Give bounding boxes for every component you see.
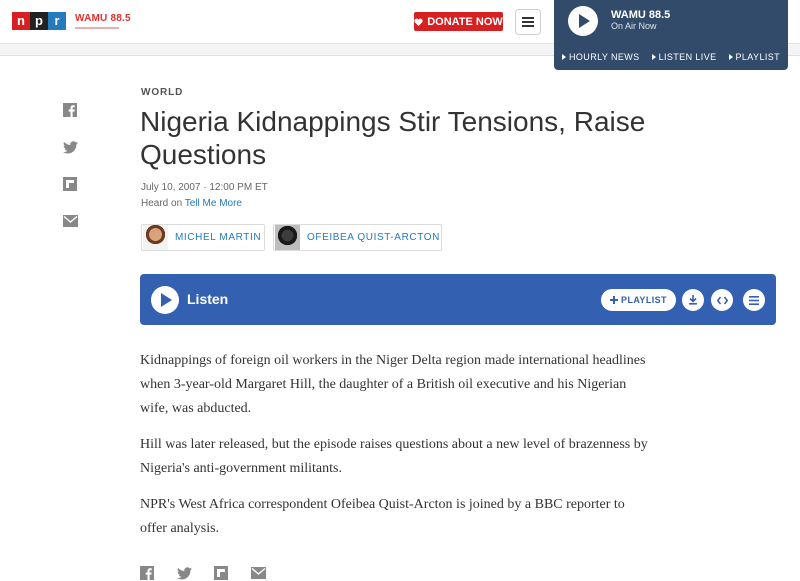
station-logo-text: WAMU 88.5	[75, 13, 131, 24]
listen-live-link[interactable]: LISTEN LIVE	[651, 52, 717, 62]
twitter-icon[interactable]	[62, 139, 78, 155]
program-link[interactable]: Tell Me More	[185, 198, 242, 209]
logo-letter-p: p	[30, 12, 48, 30]
triangle-icon	[562, 54, 566, 60]
playlist-label: PLAYLIST	[735, 52, 781, 62]
byline-name: OFEIBEA QUIST-ARCTON	[307, 232, 440, 243]
story-text: Kidnappings of foreign oil workers in th…	[140, 349, 650, 553]
download-button[interactable]	[682, 289, 704, 311]
flipboard-icon[interactable]	[213, 565, 229, 581]
flipboard-icon[interactable]	[62, 176, 78, 192]
donate-button[interactable]: DONATE NOW	[414, 12, 503, 31]
section-slug[interactable]: WORLD	[141, 87, 183, 98]
embed-button[interactable]	[711, 289, 733, 311]
story-paragraph: NPR's West Africa correspondent Ofeibea …	[140, 497, 625, 536]
share-rail	[62, 102, 78, 229]
share-bottom	[139, 565, 266, 581]
hamburger-icon	[522, 17, 534, 27]
menu-button[interactable]	[515, 9, 541, 35]
playlist-link[interactable]: PLAYLIST	[728, 52, 781, 62]
live-player: WAMU 88.5 On Air Now HOURLY NEWS LISTEN …	[554, 0, 788, 70]
heart-icon	[414, 18, 423, 26]
story-date: July 10, 2007 · 12:00 PM ET	[141, 182, 268, 193]
hourly-news-label: HOURLY NEWS	[569, 52, 640, 62]
download-icon	[689, 295, 697, 305]
email-icon[interactable]	[250, 565, 266, 581]
story-paragraph: Hill was later released, but the episode…	[140, 437, 648, 476]
transcript-button[interactable]	[743, 289, 765, 311]
playlist-button-label: PLAYLIST	[621, 295, 667, 305]
avatar	[143, 225, 168, 250]
heard-on: Heard on Tell Me More	[141, 198, 242, 209]
list-icon	[749, 295, 759, 305]
plus-icon	[610, 296, 619, 304]
player-status: On Air Now	[611, 21, 657, 31]
listen-live-label: LISTEN LIVE	[658, 52, 717, 62]
audio-module: Listen PLAYLIST	[140, 274, 776, 325]
audio-play-button[interactable]	[151, 286, 179, 314]
donate-label: DONATE NOW	[427, 15, 503, 28]
facebook-icon[interactable]	[139, 565, 155, 581]
player-station: WAMU 88.5	[611, 9, 671, 21]
heard-on-prefix: Heard on	[141, 198, 183, 209]
hourly-news-link[interactable]: HOURLY NEWS	[562, 52, 640, 62]
twitter-icon[interactable]	[176, 565, 192, 581]
story-paragraph: Kidnappings of foreign oil workers in th…	[140, 353, 646, 416]
station-logo[interactable]: WAMU 88.5	[75, 13, 131, 29]
email-icon[interactable]	[62, 213, 78, 229]
byline-ofeibea-quist-arcton[interactable]: OFEIBEA QUIST-ARCTON	[273, 224, 442, 251]
logo-letter-n: n	[12, 12, 30, 30]
player-links: HOURLY NEWS LISTEN LIVE PLAYLIST	[562, 52, 780, 62]
npr-logo[interactable]: n p r	[12, 12, 66, 30]
add-to-playlist-button[interactable]: PLAYLIST	[601, 289, 676, 311]
story-title: Nigeria Kidnappings Stir Tensions, Raise…	[140, 106, 646, 170]
station-logo-tagline	[75, 27, 119, 29]
avatar	[275, 225, 300, 250]
live-play-button[interactable]	[568, 6, 598, 36]
facebook-icon[interactable]	[62, 102, 78, 118]
embed-icon	[716, 296, 728, 304]
triangle-icon	[651, 54, 656, 60]
triangle-icon	[728, 54, 733, 60]
logo-letter-r: r	[48, 12, 66, 30]
byline-name: MICHEL MARTIN	[175, 232, 262, 243]
byline-michel-martin[interactable]: MICHEL MARTIN	[141, 224, 265, 251]
audio-listen-label: Listen	[187, 291, 229, 307]
